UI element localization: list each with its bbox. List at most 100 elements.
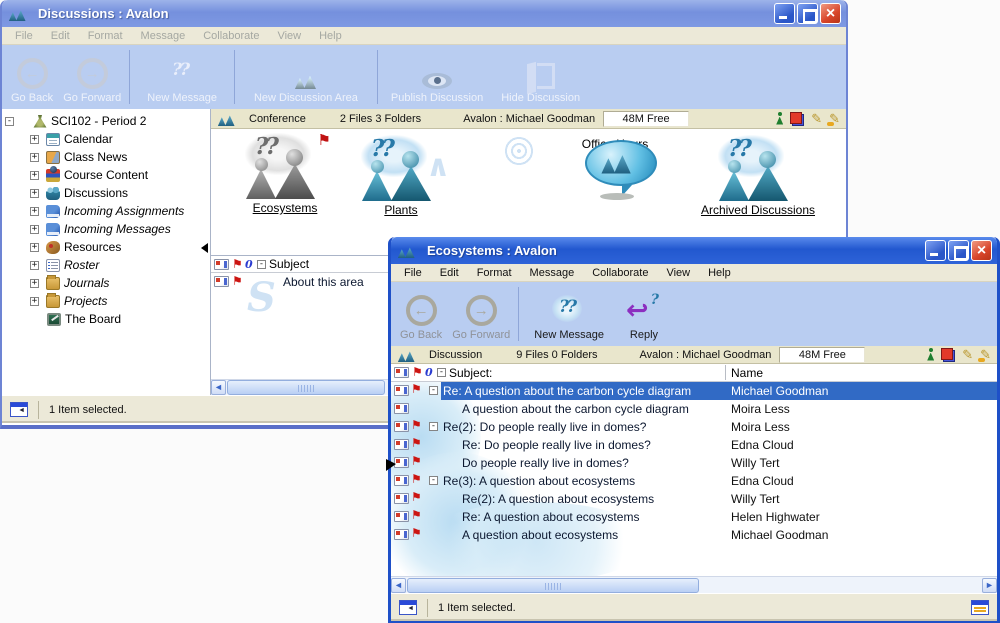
tree-item-course-content[interactable]: Course Content: [2, 166, 210, 184]
message-row[interactable]: A question about the carbon cycle diagra…: [391, 400, 997, 418]
go-forward-button[interactable]: Go Forward: [58, 47, 126, 107]
tree-item-resources[interactable]: Resources: [2, 238, 210, 256]
tree-item-incoming-messages[interactable]: Incoming Messages: [2, 220, 210, 238]
hide-discussion-button[interactable]: Hide Discussion: [493, 47, 588, 107]
new-discussion-area-button[interactable]: New Discussion Area: [238, 47, 374, 107]
attachment-icon: [245, 259, 254, 270]
forms-icon[interactable]: [790, 112, 804, 126]
tree-item-projects[interactable]: Projects: [2, 292, 210, 310]
menu-message[interactable]: Message: [132, 28, 195, 44]
tree-item-roster[interactable]: Roster: [2, 256, 210, 274]
expand-icon[interactable]: [30, 171, 39, 180]
permissions-pencil-icon[interactable]: [829, 111, 840, 127]
discussions-titlebar[interactable]: Discussions : Avalon: [2, 0, 846, 27]
close-button[interactable]: [820, 3, 841, 24]
menu-view[interactable]: View: [657, 265, 699, 281]
conference-item-plants[interactable]: ?? Plants: [351, 135, 451, 219]
collapse-thread-icon[interactable]: [429, 422, 438, 431]
edit-pencil-icon[interactable]: [811, 111, 822, 127]
collapse-icon[interactable]: [5, 117, 14, 126]
scrollbar-thumb[interactable]: [407, 578, 699, 593]
expand-icon[interactable]: [30, 297, 39, 306]
menu-edit[interactable]: Edit: [42, 28, 79, 44]
tree-item-calendar[interactable]: Calendar: [2, 130, 210, 148]
menu-collaborate[interactable]: Collaborate: [583, 265, 657, 281]
publish-discussion-button[interactable]: Publish Discussion: [381, 47, 493, 107]
presence-icon[interactable]: [776, 112, 783, 126]
scrollbar-thumb[interactable]: [227, 380, 385, 395]
horizontal-scrollbar[interactable]: [391, 576, 997, 593]
back-arrow-icon: [406, 295, 437, 326]
panel-toggle-icon[interactable]: [399, 600, 417, 615]
message-row[interactable]: Re: Do people really live in domes? Edna…: [391, 436, 997, 454]
collapse-thread-icon[interactable]: [429, 386, 438, 395]
go-forward-button[interactable]: Go Forward: [447, 284, 515, 344]
collapse-all-icon[interactable]: [257, 260, 266, 269]
conference-item-ecosystems[interactable]: ?? Ecosystems: [229, 133, 341, 217]
tree-item-class-news[interactable]: Class News: [2, 148, 210, 166]
message-list-header[interactable]: Subject: Name: [391, 364, 997, 382]
maximize-button[interactable]: [797, 3, 818, 24]
tree-item-journals[interactable]: Journals: [2, 274, 210, 292]
tree-item-discussions[interactable]: Discussions: [2, 184, 210, 202]
menu-format[interactable]: Format: [468, 265, 521, 281]
panel-toggle-icon[interactable]: [10, 402, 28, 417]
expand-icon[interactable]: [30, 243, 39, 252]
maximize-button[interactable]: [948, 240, 969, 261]
menu-edit[interactable]: Edit: [431, 265, 468, 281]
envelope-icon: [214, 276, 229, 287]
presence-icon[interactable]: [927, 348, 934, 362]
menu-collaborate[interactable]: Collaborate: [194, 28, 268, 44]
message-row[interactable]: Re(2): A question about ecosystems Willy…: [391, 490, 997, 508]
collapse-thread-icon[interactable]: [429, 476, 438, 485]
menu-help[interactable]: Help: [699, 265, 740, 281]
scroll-right-button[interactable]: [982, 578, 997, 593]
ecosystems-titlebar[interactable]: Ecosystems : Avalon: [391, 237, 997, 264]
message-row[interactable]: Re(3): A question about ecosystems Edna …: [391, 472, 997, 490]
menu-message[interactable]: Message: [521, 265, 584, 281]
new-message-button[interactable]: New Message: [522, 284, 616, 344]
conference-item-archived-discussions[interactable]: ?? Archived Discussions: [683, 135, 833, 219]
menu-format[interactable]: Format: [79, 28, 132, 44]
expand-icon[interactable]: [30, 153, 39, 162]
conference-item-office-hours[interactable]: Office Hours: [559, 135, 671, 153]
menu-help[interactable]: Help: [310, 28, 351, 44]
tree-item-the-board[interactable]: The Board: [2, 310, 210, 328]
column-divider[interactable]: [725, 365, 726, 380]
menu-file[interactable]: File: [395, 265, 431, 281]
message-row[interactable]: A question about ecosystems Michael Good…: [391, 526, 997, 544]
minimize-button[interactable]: [774, 3, 795, 24]
status-text: 1 Item selected.: [438, 602, 516, 614]
menu-view[interactable]: View: [268, 28, 310, 44]
message-subject: Re: A question about ecosystems: [462, 510, 639, 524]
expand-icon[interactable]: [30, 225, 39, 234]
forms-icon[interactable]: [941, 348, 955, 362]
expand-icon[interactable]: [30, 261, 39, 270]
expand-icon[interactable]: [30, 189, 39, 198]
minimize-button[interactable]: [925, 240, 946, 261]
go-back-button[interactable]: Go Back: [6, 47, 58, 107]
go-back-button[interactable]: Go Back: [395, 284, 447, 344]
message-subject: Re(2): A question about ecosystems: [462, 492, 654, 506]
expand-icon[interactable]: [30, 279, 39, 288]
scroll-left-button[interactable]: [211, 380, 226, 395]
scroll-left-button[interactable]: [391, 578, 406, 593]
expand-icon[interactable]: [30, 135, 39, 144]
message-row[interactable]: Re: A question about the carbon cycle di…: [391, 382, 997, 400]
view-grid-icon[interactable]: [971, 600, 989, 615]
tree-item-sci102[interactable]: SCI102 - Period 2: [2, 112, 210, 130]
reply-button[interactable]: Reply: [616, 284, 672, 344]
tree-item-incoming-assignments[interactable]: Incoming Assignments: [2, 202, 210, 220]
close-button[interactable]: [971, 240, 992, 261]
edit-pencil-icon[interactable]: [962, 347, 973, 363]
permissions-pencil-icon[interactable]: [980, 347, 991, 363]
message-row[interactable]: Re: A question about ecosystems Helen Hi…: [391, 508, 997, 526]
collapse-all-icon[interactable]: [437, 368, 446, 377]
expand-icon[interactable]: [30, 207, 39, 216]
status-text: 1 Item selected.: [49, 404, 127, 416]
menu-file[interactable]: File: [6, 28, 42, 44]
new-message-button[interactable]: New Message: [133, 47, 231, 107]
splitter-collapse-icon[interactable]: [201, 243, 208, 253]
message-row[interactable]: Re(2): Do people really live in domes? M…: [391, 418, 997, 436]
message-row[interactable]: Do people really live in domes? Willy Te…: [391, 454, 997, 472]
